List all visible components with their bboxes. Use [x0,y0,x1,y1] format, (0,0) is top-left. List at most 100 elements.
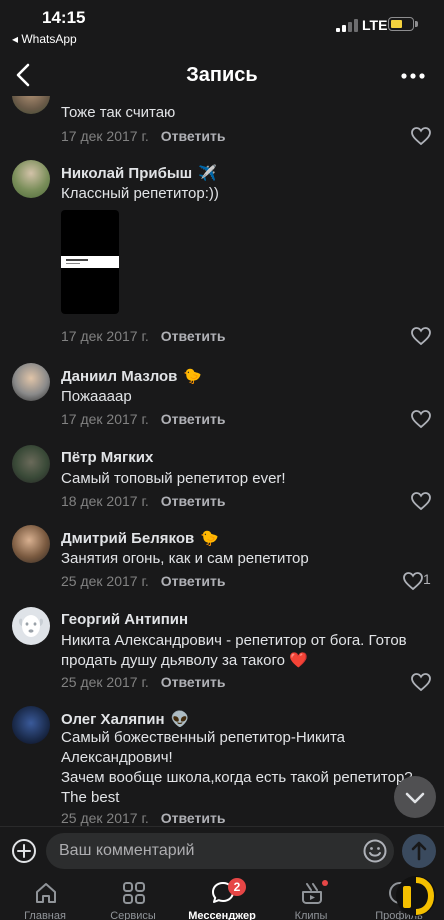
reply-button[interactable]: Ответить [161,674,226,690]
arrow-up-icon [411,841,427,861]
comment-author[interactable]: Николай Прибыш ✈️ [61,164,217,182]
unread-badge: 2 [228,878,246,896]
reply-button[interactable]: Ответить [161,128,226,144]
comment-text-line: продать душу дьяволу за такого ❤️ [61,652,308,669]
tab-bar: Главная Сервисы Мессенджер 2 Клипы Профи… [0,876,444,920]
avatar[interactable] [12,706,50,744]
reply-button[interactable]: Ответить [161,810,226,826]
avatar[interactable] [12,96,50,114]
tab-label: Клипы [294,910,328,920]
comment-author[interactable]: Пётр Мягких [61,449,153,466]
reply-button[interactable]: Ответить [161,328,226,344]
comment-meta: 17 дек 2017 г. Ответить [61,328,225,344]
send-button[interactable] [402,834,436,868]
comment-meta: 25 дек 2017 г. Ответить [61,810,225,826]
comment-date: 25 дек 2017 г. [61,810,149,826]
comment-text-line: Александрович! [61,749,173,766]
attachment-thumbnail[interactable] [61,210,119,314]
comment-meta: 18 дек 2017 г. Ответить [61,493,225,509]
comment-date: 17 дек 2017 г. [61,128,149,144]
watermark-logo-icon [396,876,436,916]
like-icon[interactable] [410,672,432,692]
author-name: Дмитрий Беляков [61,530,195,547]
tab-clips[interactable]: Клипы [267,876,355,920]
back-to-app-link[interactable]: ◂ WhatsApp [12,32,77,46]
status-time: 14:15 [42,8,86,27]
author-name: Николай Прибыш [61,165,193,182]
author-name: Олег Халяпин [61,711,165,728]
author-name: Георгий Антипин [61,611,189,628]
like-icon[interactable] [410,126,432,146]
comment-item: Николай Прибыш ✈️ Классный репетитор:)) 1… [0,160,444,350]
comment-date: 18 дек 2017 г. [61,493,149,509]
network-type: LTE [362,17,388,33]
comment-item: Олег Халяпин 👽 Самый божественный репетит… [0,706,444,826]
tab-home[interactable]: Главная [1,876,89,920]
avatar[interactable] [12,160,50,198]
comment-input[interactable] [46,833,394,869]
airplane-emoji: ✈️ [198,165,217,182]
comment-text-line: The best [61,789,120,806]
chick-emoji: 🐤 [183,368,203,385]
home-icon [36,883,56,903]
comment-item: Дмитрий Беляков 🐤 Занятия огонь, как и са… [0,525,444,595]
comment-item: Тоже так считаю 17 дек 2017 г. Ответить [0,96,444,146]
author-name: Пётр Мягких [61,449,154,466]
reply-button[interactable]: Ответить [161,411,226,427]
comment-author[interactable]: Дмитрий Беляков 🐤 [61,529,219,547]
author-name: Даниил Мазлов [61,368,178,385]
signal-icon [336,18,358,32]
comment-text: Самый топовый репетитор ever! [61,470,286,487]
avatar[interactable] [12,445,50,483]
more-options-icon[interactable] [398,62,428,90]
chevron-down-icon [405,792,425,804]
reply-button[interactable]: Ответить [161,493,226,509]
comments-feed[interactable]: Тоже так считаю 17 дек 2017 г. Ответить Н… [0,96,444,826]
comment-date: 17 дек 2017 г. [61,411,149,427]
tab-services[interactable]: Сервисы [89,876,177,920]
comment-text: Тоже так считаю [61,104,176,121]
comment-meta: 25 дек 2017 г. Ответить [61,674,225,690]
comment-text: Пожааааp [61,388,132,405]
comment-author[interactable]: Олег Халяпин 👽 [61,710,189,728]
avatar[interactable] [12,525,50,563]
like-icon[interactable] [410,326,432,346]
tab-label: Сервисы [110,910,156,920]
comment-text-line: Самый божественный репетитор-Никита [61,729,346,746]
scroll-down-button[interactable] [394,776,436,818]
alien-emoji: 👽 [170,711,190,728]
smiley-icon[interactable] [362,838,388,864]
navbar: Запись [0,52,444,100]
avatar[interactable] [12,363,50,401]
battery-icon [388,17,418,31]
reply-button[interactable]: Ответить [161,573,226,589]
tab-messenger[interactable]: Мессенджер [178,876,266,920]
comment-composer [0,826,444,876]
battery-fill [391,20,402,28]
comment-item: Даниил Мазлов 🐤 Пожааааp 17 дек 2017 г. От… [0,363,444,433]
comment-author[interactable]: Даниил Мазлов 🐤 [61,367,202,385]
status-bar: 14:15 ◂ WhatsApp LTE [0,0,444,52]
tab-label: Главная [24,910,66,920]
tab-label: Мессенджер [188,910,256,920]
like-icon[interactable] [410,491,432,511]
comment-meta: 17 дек 2017 г. Ответить [61,411,225,427]
comment-date: 25 дек 2017 г. [61,674,149,690]
like-icon[interactable] [410,409,432,429]
comment-text: Занятия огонь, как и сам репетитор [61,550,309,567]
comment-date: 25 дек 2017 г. [61,573,149,589]
comment-author[interactable]: Георгий Антипин [61,611,188,628]
default-avatar-icon [19,615,43,637]
comment-item: Пётр Мягких Самый топовый репетитор ever… [0,445,444,515]
add-attachment-icon[interactable] [10,837,38,865]
like-icon[interactable] [402,571,424,591]
comment-meta: 17 дек 2017 г. Ответить [61,128,225,144]
like-count: 1 [423,571,431,587]
chick-emoji: 🐤 [200,530,219,547]
avatar[interactable] [12,607,50,645]
comment-meta: 25 дек 2017 г. Ответить [61,573,225,589]
comment-item: Георгий Антипин Никита Александрович - р… [0,607,444,697]
grid-icon [123,882,145,904]
comment-text-line: Никита Александрович - репетитор от бога… [61,632,407,649]
notification-dot [322,880,328,886]
